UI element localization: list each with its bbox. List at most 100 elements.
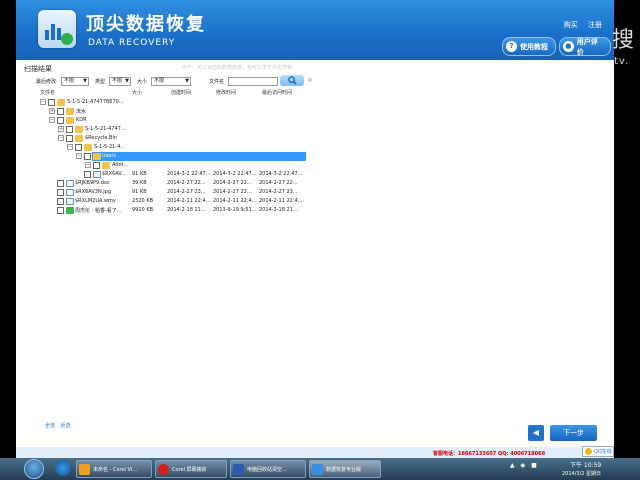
image-file-icon [66,189,74,196]
row-name: $Recycle.Bin [85,135,118,141]
tree-row[interactable]: 周杰伦 - 稻香-看了... 9910 KB 2014-2-18 21... 2… [16,206,316,215]
row-accessed: 2014-2-11 22:4... [259,198,303,204]
clock-date[interactable]: 2014/3/2 星期日 [562,470,601,477]
row-checkbox[interactable] [57,189,64,196]
record-icon [158,463,169,475]
tree-row[interactable]: − S-1-5-21-4... [16,143,316,152]
taskbar-item-active[interactable]: 数据恢复专业版 [309,460,381,478]
tree-row[interactable]: $RX6AV... 91 KB 2014-3-2 22:47... 2014-3… [16,170,316,179]
row-checkbox[interactable] [93,162,100,169]
size-filter-select[interactable]: 不限 ▼ [151,77,191,86]
invert-selection-link[interactable]: 反选 [61,423,71,429]
next-step-button[interactable]: 下一步 [550,425,597,441]
expand-icon[interactable]: + [49,108,55,114]
taskbar-item-label: Corel 屏幕捕获 [172,466,207,473]
word-document-icon [233,463,244,475]
row-name: $RX6AV3N.jpg [75,189,112,195]
support-hotline: 客服电话：18667133607 QQ: 4006718068 [433,451,546,457]
row-checkbox[interactable] [57,198,64,205]
taskbar-item[interactable]: Corel 屏幕捕获 [155,460,227,478]
col-header-created[interactable]: 创建时间 [171,89,191,96]
col-header-size[interactable]: 大小 [132,89,142,96]
file-icon [93,171,101,178]
collapse-icon[interactable]: − [85,162,91,168]
tray-flag-icon[interactable]: ■ [531,462,537,469]
tree-row[interactable]: − KDR [16,116,316,125]
search-hint: 用户：可以对您的数据恢复，也可以按文件名搜索 [182,65,293,71]
buy-link[interactable]: 购买 [564,21,578,29]
data-recovery-app-icon [312,463,323,475]
row-name: $RJKB9P9.doc [75,180,110,186]
sogou-icon[interactable] [55,460,71,476]
file-tree: − S-1-5-21-474778670... + 流水 − KDR + S-1… [16,98,316,218]
taskbar-item[interactable]: 电脑回收站清空... [230,460,306,478]
collapse-icon[interactable]: − [76,153,82,159]
type-filter-select[interactable]: 不限 ▼ [109,77,131,86]
back-button[interactable]: ◀ [528,425,544,441]
brand-title: 顶尖数据恢复 [86,14,206,35]
modified-filter-select[interactable]: 不限 ▼ [61,77,89,86]
row-checkbox[interactable] [57,108,64,115]
row-size: 39 KB [132,180,147,186]
select-all-link[interactable]: 全选 [45,423,55,429]
row-checkbox[interactable] [57,117,64,124]
row-size: 91 KB [132,171,147,177]
app-window: 顶尖数据恢复 DATA RECOVERY 购买 注册 ? 使用教程 ● 用户评价… [16,0,614,458]
col-header-accessed[interactable]: 最后访问时间 [262,89,292,96]
row-name: S-1-5-21-4747... [85,126,126,132]
back-arrow-icon: ◀ [532,428,540,437]
tree-row[interactable]: − $Recycle.Bin [16,134,316,143]
tray-volume-icon[interactable]: ◆ [521,462,526,469]
collapse-icon[interactable]: − [67,144,73,150]
desktop: 顶尖数据恢复 DATA RECOVERY 购买 注册 ? 使用教程 ● 用户评价… [0,0,640,480]
tutorial-button[interactable]: ? 使用教程 [502,37,556,56]
row-name: $RXLM2UA.wmv [75,198,116,204]
qq-online-button[interactable]: QQ在线 [582,446,614,457]
tree-row[interactable]: $RXLM2UA.wmv 2320 KB 2014-2-11 22:4... 2… [16,197,316,206]
collapse-icon[interactable]: − [49,117,55,123]
row-checkbox[interactable] [66,135,73,142]
clear-search-icon[interactable]: × [307,76,313,84]
search-icon [287,76,297,85]
tree-row[interactable]: − S-1-5-21-474778670... [16,98,316,107]
size-filter-value: 不限 [154,78,165,84]
filename-label: 文件名 [209,79,225,85]
expand-icon[interactable]: + [58,126,64,132]
row-checkbox[interactable] [75,144,82,151]
tree-row[interactable]: $RJKB9P9.doc 39 KB 2014-2-27 22... 2014-… [16,179,316,188]
col-header-name[interactable]: 文件名 [40,89,55,96]
row-checkbox[interactable] [66,126,73,133]
row-checkbox[interactable] [84,153,91,160]
tree-row-selected[interactable]: − Users [16,152,316,161]
row-checkbox[interactable] [48,99,55,106]
user-review-button[interactable]: ● 用户评价 [559,37,611,56]
folder-icon [84,144,92,151]
folder-icon [66,117,74,124]
row-checkbox[interactable] [57,180,64,187]
collapse-icon[interactable]: − [40,99,46,105]
taskbar-item[interactable]: 未命名 - Corel Vi... [76,460,152,478]
col-header-modified[interactable]: 修改时间 [216,89,236,96]
row-name: 流水 [76,109,87,115]
tray-network-icon[interactable]: ▲ [510,462,515,469]
tree-row[interactable]: $RX6AV3N.jpg 91 KB 2014-2-27 23... 2014-… [16,188,316,197]
clock-time[interactable]: 下午 10:59 [570,460,601,469]
filename-search-input[interactable] [228,77,278,86]
selection-links: 全选 反选 [45,422,75,429]
register-link[interactable]: 注册 [588,21,602,29]
qq-online-label: QQ在线 [594,449,612,455]
brand-subtitle: DATA RECOVERY [88,38,176,48]
start-button[interactable] [24,459,44,479]
selection-highlight [92,152,306,161]
tree-row[interactable]: + S-1-5-21-4747... [16,125,316,134]
row-name: S-1-5-21-474778670... [67,99,124,105]
tree-row[interactable]: − Adm... [16,161,316,170]
size-filter-label: 大小 [137,79,148,85]
collapse-icon[interactable]: − [58,135,64,141]
tree-row[interactable]: + 流水 [16,107,316,116]
row-name: KDR [76,117,87,123]
search-button[interactable] [280,75,304,86]
row-created: 2014-2-27 23... [167,189,206,195]
row-checkbox[interactable] [84,171,91,178]
row-checkbox[interactable] [57,207,64,214]
